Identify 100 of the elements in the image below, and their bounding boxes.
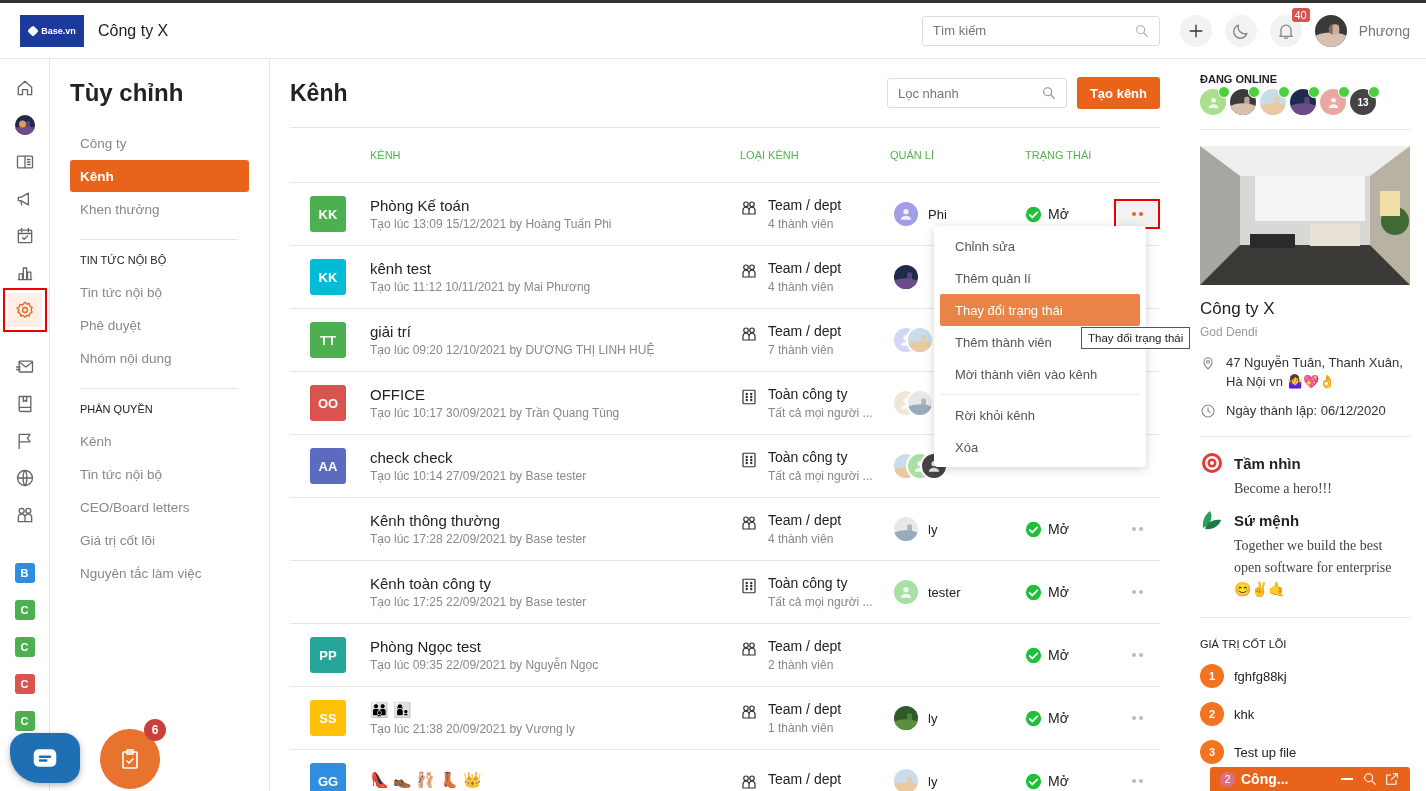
- manager-name: tester: [928, 584, 961, 600]
- channel-name[interactable]: Kênh thông thường: [370, 512, 500, 529]
- people-icon: [740, 514, 758, 532]
- member-count: Tất cả mọi người ...: [768, 469, 873, 483]
- sidebar-item[interactable]: Nhóm nội dung: [70, 342, 249, 374]
- member-count: 2 thành viên: [768, 658, 834, 672]
- search-field[interactable]: Tìm kiếm: [921, 15, 1160, 46]
- channel-name[interactable]: 👪 👩‍👦: [370, 700, 413, 719]
- people-icon: [740, 325, 758, 343]
- channel-avatar: KK: [310, 259, 346, 295]
- check-icon: [1025, 205, 1042, 223]
- channel-name[interactable]: Phòng Kế toán: [370, 197, 470, 214]
- value-label: khk: [1234, 706, 1255, 722]
- target-icon: [1200, 451, 1224, 475]
- column-header: KÊNH: [370, 149, 402, 161]
- company-name: Công ty X: [98, 21, 169, 40]
- status-text: Mở: [1048, 647, 1069, 663]
- channel-type: Toàn công ty: [768, 386, 848, 402]
- more-button[interactable]: [1117, 202, 1157, 226]
- sidebar-item[interactable]: Tin tức nội bộ: [70, 276, 249, 308]
- sidebar-item[interactable]: Khen thưởng: [70, 193, 249, 225]
- channel-type: Team / dept: [768, 512, 842, 528]
- search-icon: [1133, 22, 1150, 39]
- user-name[interactable]: Phương: [1358, 22, 1410, 39]
- channel-meta: Tạo lúc 09:35 22/09/2021 by Nguyễn Ngọc: [370, 658, 599, 672]
- more-count[interactable]: 13: [1350, 89, 1376, 115]
- value-number: 3: [1200, 740, 1224, 764]
- add-button[interactable]: [1179, 14, 1212, 47]
- channel-meta: Tạo lúc 10:17 30/09/2021 by Trần Quang Tùng: [370, 406, 620, 420]
- member-count: 4 thành viên: [768, 280, 834, 294]
- status-text: Mở: [1048, 710, 1069, 726]
- menu-item[interactable]: Thay đổi trạng thái: [940, 294, 1140, 326]
- channel-name[interactable]: OFFICE: [370, 386, 425, 403]
- channel-avatar: TT: [310, 322, 346, 358]
- channel-name[interactable]: Kênh toàn công ty: [370, 575, 491, 592]
- sidebar-item[interactable]: Kênh: [70, 160, 249, 192]
- menu-item[interactable]: Mời thành viên vào kênh: [940, 358, 1140, 390]
- workspace-button[interactable]: C: [14, 674, 35, 694]
- manager-name: Phi: [928, 206, 947, 222]
- menu-item[interactable]: Chỉnh sửa: [940, 230, 1140, 262]
- filter-field[interactable]: Lọc nhanh: [886, 78, 1067, 108]
- channel-type: Team / dept: [768, 771, 842, 787]
- company-owner: God Dendi: [1200, 325, 1259, 339]
- manager-name: ly: [928, 710, 938, 726]
- online-dot: [1368, 86, 1380, 98]
- workspace-button[interactable]: C: [14, 637, 35, 657]
- channel-name[interactable]: check check: [370, 449, 453, 466]
- vision-title: Tầm nhìn: [1234, 455, 1302, 472]
- chat-button[interactable]: [10, 733, 80, 783]
- channel-type: Team / dept: [768, 323, 842, 339]
- member-count: Tất cả mọi người ...: [768, 595, 873, 609]
- menu-item[interactable]: Rời khỏi kênh: [940, 399, 1140, 431]
- channel-avatar: AA: [310, 448, 346, 484]
- manager-name: ly: [928, 521, 938, 537]
- menu-item[interactable]: Xóa: [940, 431, 1140, 463]
- channel-type: Toàn công ty: [768, 449, 848, 465]
- people-icon: [740, 640, 758, 658]
- sidebar-item[interactable]: Công ty: [70, 127, 249, 159]
- channel-avatar: SS: [310, 700, 346, 736]
- search-icon: [1362, 771, 1378, 787]
- logo[interactable]: Base.vn: [20, 14, 84, 47]
- channel-meta: Tạo lúc 17:28 22/09/2021 by Base tester: [370, 532, 587, 546]
- channel-meta: Tạo lúc 21:38 20/09/2021 by Vương ly: [370, 721, 575, 736]
- channel-meta: Tạo lúc 11:12 10/11/2021 by Mai Phương: [370, 280, 591, 294]
- menu-item[interactable]: Thêm quản lí: [940, 262, 1140, 294]
- member-count: Tất cả mọi người ...: [768, 406, 873, 420]
- sidebar-item[interactable]: Kênh: [70, 425, 249, 457]
- sidebar-item[interactable]: Giá trị cốt lõi: [70, 524, 249, 556]
- create-channel-button[interactable]: Tạo kênh: [1076, 77, 1160, 109]
- sidebar-item[interactable]: CEO/Board letters: [70, 491, 249, 523]
- channel-name[interactable]: 👠 👞 🩰 👢 👑: [370, 770, 482, 789]
- vision-text: Become a hero!!!: [1234, 480, 1332, 498]
- workspace-button[interactable]: C: [14, 600, 35, 620]
- sidebar-item[interactable]: Tin tức nội bộ: [70, 458, 249, 490]
- founded-date: Ngày thành lập: 06/12/2020: [1226, 402, 1386, 420]
- dark-mode-button[interactable]: [1224, 14, 1257, 47]
- manager-name: ly: [928, 773, 938, 789]
- member-count: 1 thành viên: [768, 721, 834, 735]
- sidebar-item[interactable]: Phê duyệt: [70, 309, 249, 341]
- channel-name[interactable]: kênh test: [370, 260, 431, 277]
- value-number: 2: [1200, 702, 1224, 726]
- column-header: LOẠI KÊNH: [740, 149, 800, 161]
- status-text: Mở: [1048, 206, 1069, 222]
- globe-icon: [14, 468, 35, 488]
- settings-icon: [14, 300, 35, 320]
- workspace-button[interactable]: B: [14, 563, 35, 583]
- channel-name[interactable]: Phòng Ngọc test: [370, 638, 481, 655]
- channel-avatar: OO: [310, 385, 346, 421]
- people-icon: [740, 262, 758, 280]
- status-text: Mở: [1048, 521, 1069, 537]
- value-label: Test up file: [1234, 744, 1297, 760]
- workspace-button[interactable]: C: [14, 711, 35, 731]
- chat-bar[interactable]: 2 Công...: [1210, 767, 1410, 791]
- channel-meta: Tạo lúc 09:20 12/10/2021 by DƯƠNG THỊ LINH HUỆ: [370, 343, 655, 357]
- value-number: 1: [1200, 664, 1224, 688]
- sidebar-item[interactable]: Nguyên tắc làm việc: [70, 557, 249, 589]
- channel-name[interactable]: giải trí: [370, 323, 411, 340]
- check-icon: [1025, 520, 1042, 538]
- channel-type: Toàn công ty: [768, 575, 848, 591]
- section-title: Kênh: [290, 79, 349, 107]
